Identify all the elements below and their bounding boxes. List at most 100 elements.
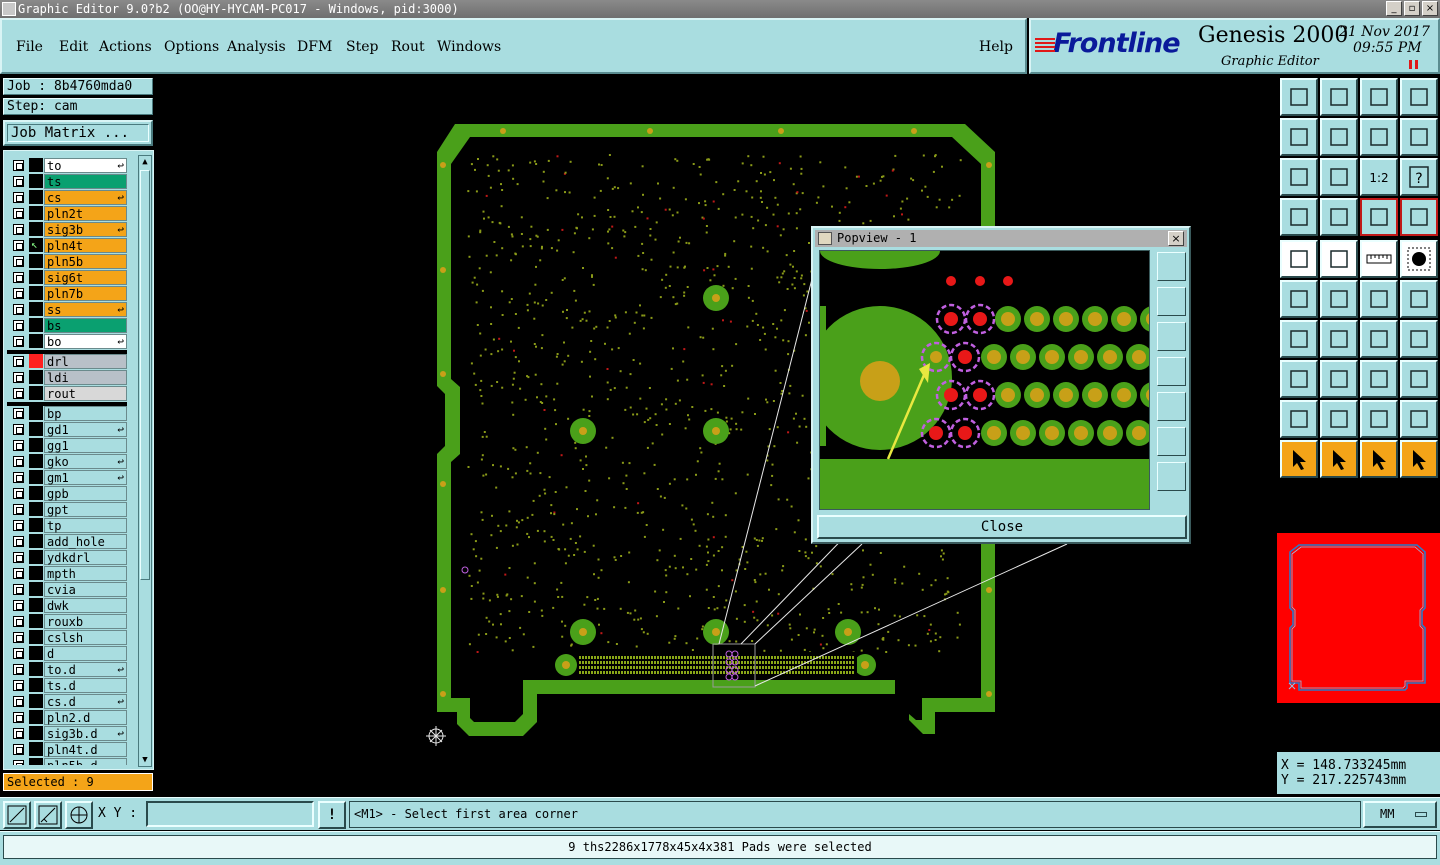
board-minimap[interactable]	[1277, 533, 1440, 703]
layer-status-box[interactable]	[29, 270, 43, 284]
layer-row-bs[interactable]: bs	[7, 317, 127, 333]
layer-status-box[interactable]	[29, 534, 43, 548]
zoom-prev-icon[interactable]	[1280, 118, 1318, 156]
layer-name[interactable]: rout	[44, 386, 127, 401]
layer-name[interactable]: mpth	[44, 566, 127, 581]
popview-pan-up-icon[interactable]	[1157, 287, 1186, 316]
layer-row-gpb[interactable]: gpb	[7, 485, 127, 501]
menu-rout[interactable]: Rout	[391, 39, 425, 55]
layer-status-box[interactable]	[29, 518, 43, 532]
layer-row-pln7b[interactable]: pln7b	[7, 285, 127, 301]
layer-row-cs-d[interactable]: cs.d ↩	[7, 693, 127, 709]
layer-checkbox[interactable]	[13, 176, 24, 187]
layer-row-ydkdrl[interactable]: ydkdrl	[7, 549, 127, 565]
layer-checkbox[interactable]	[13, 160, 24, 171]
layer-colors-icon[interactable]	[1360, 198, 1398, 236]
layer-checkbox[interactable]	[13, 336, 24, 347]
layer-name[interactable]: cvia	[44, 582, 127, 597]
layer-row-sig3b-d[interactable]: sig3b.d ↩	[7, 725, 127, 741]
layer-row-ldi[interactable]: ldi	[7, 369, 127, 385]
redraw-icon[interactable]	[1400, 118, 1438, 156]
ruler-icon[interactable]	[1360, 240, 1398, 278]
layer-status-box[interactable]	[29, 582, 43, 596]
layer-name[interactable]: pln2.d	[44, 710, 127, 725]
layer-checkbox[interactable]	[13, 356, 24, 367]
popview-zoom-view[interactable]	[820, 251, 1150, 510]
measure-icon[interactable]	[1280, 360, 1318, 398]
layer-row-ts[interactable]: ts	[7, 173, 127, 189]
layer-name[interactable]: ldi	[44, 370, 127, 385]
layer-row-gko[interactable]: gko ↩	[7, 453, 127, 469]
layer-checkbox[interactable]	[13, 744, 24, 755]
open-step-icon[interactable]	[1280, 78, 1318, 116]
layer-checkbox[interactable]	[13, 728, 24, 739]
fill-icon[interactable]	[1400, 240, 1438, 278]
layer-name[interactable]: cslsh	[44, 630, 127, 645]
layer-name[interactable]: ss ↩	[44, 302, 127, 317]
popview-zoom-home-icon[interactable]	[1157, 252, 1186, 281]
layer-status-box[interactable]	[29, 302, 43, 316]
arc-icon[interactable]	[1320, 320, 1358, 358]
profile-icon[interactable]	[1280, 198, 1318, 236]
layer-checkbox[interactable]	[13, 192, 24, 203]
layer-checkbox[interactable]	[13, 504, 24, 515]
layer-row-pln2t[interactable]: pln2t	[7, 205, 127, 221]
pad-icon[interactable]	[1360, 400, 1398, 438]
layer-status-box[interactable]	[29, 318, 43, 332]
layer-name[interactable]: pln4t	[44, 238, 127, 253]
layer-checkbox[interactable]	[13, 664, 24, 675]
popview-close-button[interactable]: Close	[817, 515, 1187, 539]
layer-toggle-icon[interactable]	[1400, 198, 1438, 236]
minimize-button[interactable]: _	[1386, 1, 1402, 16]
layer-list[interactable]: to ↩ ts cs ↩ pln2t sig3b ↩ ↖ pln4t pln5b sig6t pln7b…	[7, 155, 127, 765]
xy-input[interactable]	[146, 801, 314, 827]
layer-row-pln4t[interactable]: ↖ pln4t	[7, 237, 127, 253]
popview-zoom-in-icon[interactable]	[1157, 427, 1186, 456]
layer-row-gg1[interactable]: gg1	[7, 437, 127, 453]
home-view-icon[interactable]	[1360, 78, 1398, 116]
layer-checkbox[interactable]	[13, 320, 24, 331]
layer-checkbox[interactable]	[13, 272, 24, 283]
layer-name[interactable]: pln2t	[44, 206, 127, 221]
layer-status-box[interactable]	[29, 222, 43, 236]
layer-checkbox[interactable]	[13, 288, 24, 299]
layer-name[interactable]: bs	[44, 318, 127, 333]
layer-status-box[interactable]	[29, 662, 43, 676]
layer-name[interactable]: d	[44, 646, 127, 661]
layer-checkbox[interactable]	[13, 520, 24, 531]
rotate-icon[interactable]	[1320, 240, 1358, 278]
alert-button[interactable]: !	[318, 801, 346, 829]
layer-name[interactable]: cs.d ↩	[44, 694, 127, 709]
menu-edit[interactable]: Edit	[59, 39, 88, 55]
snap-pad-icon[interactable]	[1320, 198, 1358, 236]
layer-name[interactable]: add_hole	[44, 534, 127, 549]
copy-icon[interactable]	[1360, 280, 1398, 318]
add-feature-icon[interactable]	[1280, 280, 1318, 318]
measure-icon[interactable]	[34, 801, 62, 829]
layer-status-box[interactable]	[29, 678, 43, 692]
split-view-icon[interactable]	[1400, 78, 1438, 116]
layer-checkbox[interactable]	[13, 224, 24, 235]
units-select[interactable]: MM	[1363, 801, 1437, 828]
layer-row-d[interactable]: d	[7, 645, 127, 661]
layer-name[interactable]: gm1 ↩	[44, 470, 127, 485]
layer-status-box[interactable]	[29, 742, 43, 756]
layer-row-gpt[interactable]: gpt	[7, 501, 127, 517]
layer-row-pln5b-d[interactable]: pln5b.d	[7, 757, 127, 765]
resize-icon[interactable]	[1400, 280, 1438, 318]
layer-name[interactable]: dwk	[44, 598, 127, 613]
menu-analysis[interactable]: Analysis	[227, 39, 286, 55]
layer-name[interactable]: pln5b.d	[44, 758, 127, 765]
layer-checkbox[interactable]	[13, 388, 24, 399]
popview-titlebar[interactable]: Popview - 1 ×	[815, 230, 1187, 247]
layer-status-box[interactable]	[29, 158, 43, 172]
menu-step[interactable]: Step	[346, 39, 378, 55]
restore-button[interactable]: ▫	[1404, 1, 1420, 16]
layer-status-box[interactable]	[29, 470, 43, 484]
mirror-icon[interactable]	[1280, 400, 1318, 438]
layer-status-box[interactable]	[29, 694, 43, 708]
menu-windows[interactable]: Windows	[437, 39, 501, 55]
layer-status-box[interactable]	[29, 630, 43, 644]
layer-checkbox[interactable]	[13, 616, 24, 627]
layer-status-box[interactable]	[29, 422, 43, 436]
